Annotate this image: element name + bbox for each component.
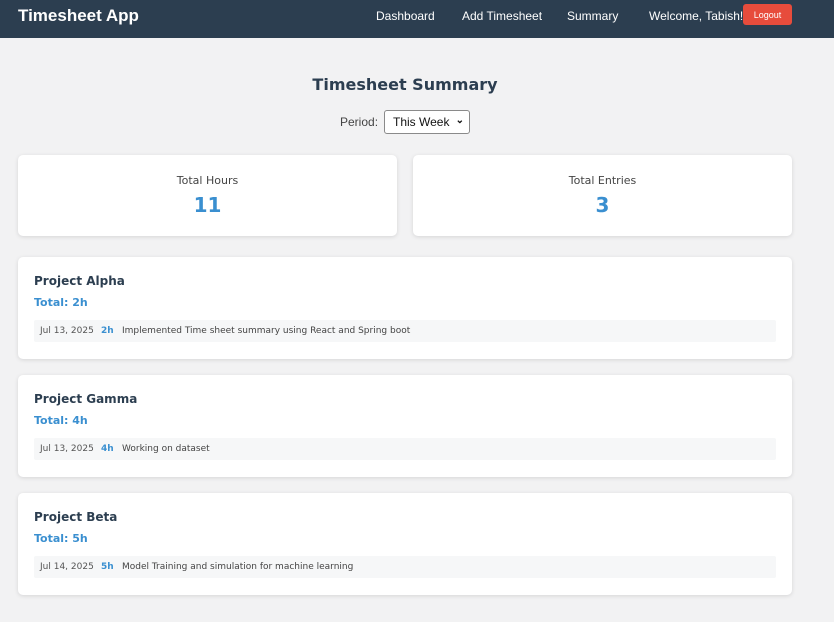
entry-description: Implemented Time sheet summary using Rea…	[122, 326, 411, 336]
entry-date: Jul 13, 2025	[40, 444, 94, 454]
page-title: Timesheet Summary	[312, 75, 498, 94]
entry-row: Jul 13, 2025 4h Working on dataset	[34, 438, 776, 460]
total-hours-value: 11	[193, 193, 222, 217]
entry-date: Jul 14, 2025	[40, 562, 94, 572]
period-select-value: This Week	[393, 115, 450, 129]
entry-description: Model Training and simulation for machin…	[122, 562, 354, 572]
entry-row: Jul 14, 2025 5h Model Training and simul…	[34, 556, 776, 578]
total-hours-card: Total Hours 11	[18, 155, 397, 236]
project-total: Total: 4h	[34, 414, 88, 427]
project-total: Total: 5h	[34, 532, 88, 545]
total-entries-label: Total Entries	[568, 174, 637, 187]
period-label: Period:	[340, 115, 379, 129]
project-name: Project Alpha	[34, 274, 125, 288]
logout-button[interactable]: Logout	[743, 4, 792, 25]
app-brand[interactable]: Timesheet App	[18, 6, 139, 26]
nav-dashboard[interactable]: Dashboard	[376, 9, 435, 23]
total-hours-label: Total Hours	[176, 174, 239, 187]
project-card: Project Alpha Total: 2h Jul 13, 2025 2h …	[18, 257, 792, 359]
entry-description: Working on dataset	[122, 444, 210, 454]
chevron-down-icon: ⌄	[455, 115, 464, 126]
period-select[interactable]: This Week ⌄	[384, 110, 470, 134]
navbar: Timesheet App Dashboard Add Timesheet Su…	[0, 0, 834, 38]
total-entries-value: 3	[595, 193, 610, 217]
project-name: Project Gamma	[34, 392, 138, 406]
entry-hours: 5h	[101, 562, 114, 572]
entry-hours: 2h	[101, 326, 114, 336]
project-card: Project Gamma Total: 4h Jul 13, 2025 4h …	[18, 375, 792, 477]
entry-row: Jul 13, 2025 2h Implemented Time sheet s…	[34, 320, 776, 342]
entry-hours: 4h	[101, 444, 114, 454]
project-total: Total: 2h	[34, 296, 88, 309]
project-card: Project Beta Total: 5h Jul 14, 2025 5h M…	[18, 493, 792, 595]
nav-summary[interactable]: Summary	[567, 9, 618, 23]
nav-add-timesheet[interactable]: Add Timesheet	[462, 9, 542, 23]
project-name: Project Beta	[34, 510, 118, 524]
entry-date: Jul 13, 2025	[40, 326, 94, 336]
total-entries-card: Total Entries 3	[413, 155, 792, 236]
welcome-text: Welcome, Tabish!	[649, 9, 744, 23]
